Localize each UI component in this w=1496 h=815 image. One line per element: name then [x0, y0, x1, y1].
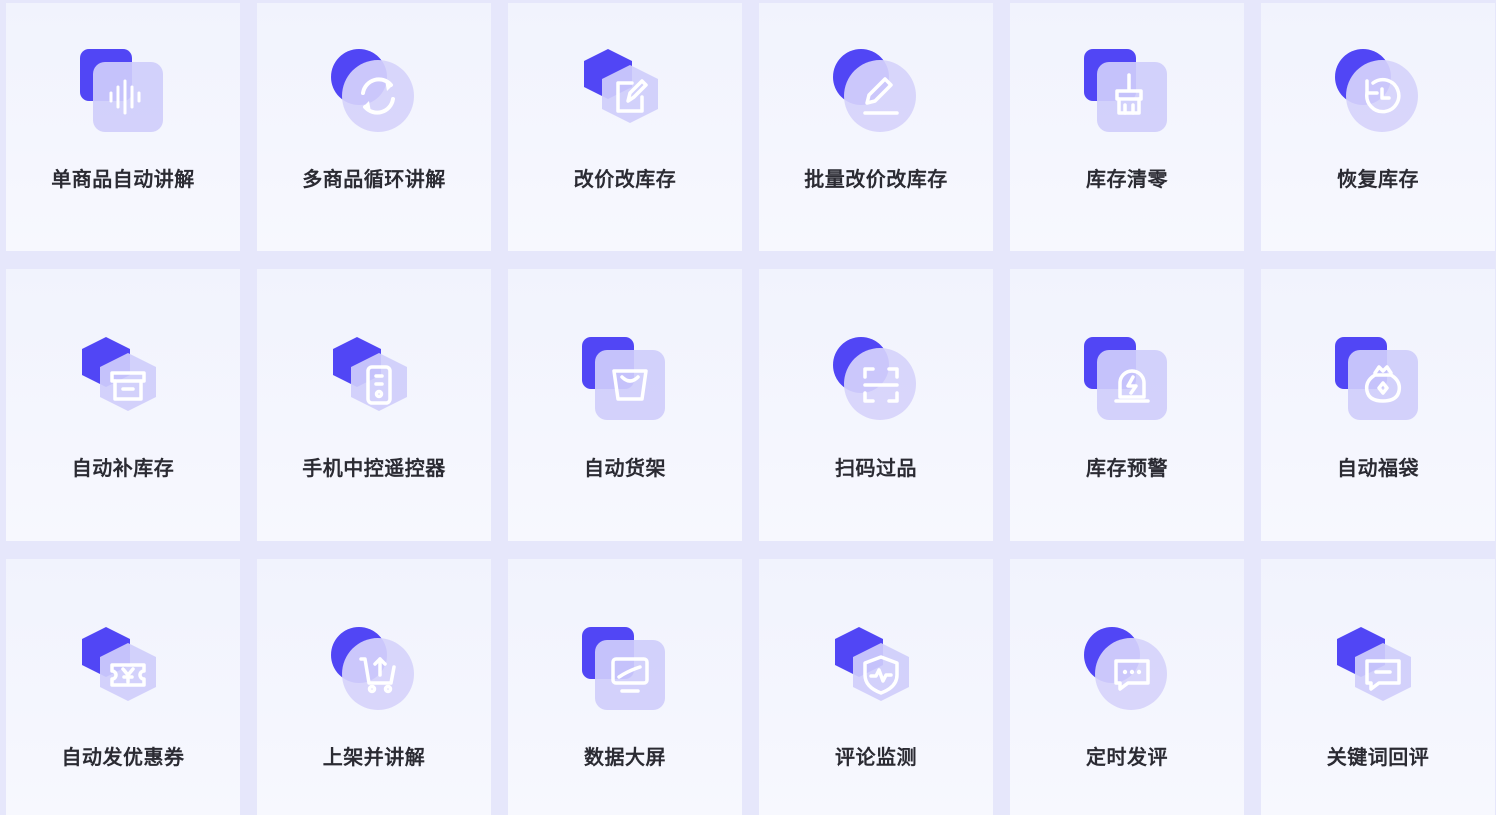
tool-label: 扫码过品 [835, 458, 917, 480]
tool-label: 自动补库存 [71, 458, 175, 480]
tool-card-multi-explain[interactable]: 多商品循环讲解 [257, 3, 491, 251]
tool-label: 自动发优惠券 [61, 747, 185, 769]
tool-card-auto-restock[interactable]: 自动补库存 [6, 269, 240, 541]
tool-card-keyword-reply[interactable]: 关键词回评 [1261, 559, 1495, 815]
tool-grid: 单商品自动讲解 多商品循环讲解 改价改库存 批量改价改库存 库存清零 恢复库存 … [0, 0, 1496, 815]
tool-label: 多商品循环讲解 [302, 169, 446, 191]
tool-label: 批量改价改库存 [804, 169, 948, 191]
broom-icon [1082, 47, 1172, 137]
pen-icon [831, 47, 921, 137]
tool-card-comment-monitor[interactable]: 评论监测 [759, 559, 993, 815]
chat-reply-icon [1333, 625, 1423, 715]
restore-icon [1333, 47, 1423, 137]
tool-label: 评论监测 [835, 747, 917, 769]
monitor-chart-icon [580, 625, 670, 715]
remote-control-icon [329, 335, 419, 425]
coupon-icon [78, 625, 168, 715]
tool-card-data-screen[interactable]: 数据大屏 [508, 559, 742, 815]
refresh-icon [329, 47, 419, 137]
tool-label: 自动货架 [584, 458, 666, 480]
edit-icon [580, 47, 670, 137]
tool-card-stock-alert[interactable]: 库存预警 [1010, 269, 1244, 541]
scan-icon [831, 335, 921, 425]
shield-pulse-icon [831, 625, 921, 715]
tool-card-scheduled-comment[interactable]: 定时发评 [1010, 559, 1244, 815]
tool-card-auto-shelf[interactable]: 自动货架 [508, 269, 742, 541]
lucky-bag-icon [1333, 335, 1423, 425]
tool-label: 上架并讲解 [322, 747, 426, 769]
tool-label: 自动福袋 [1337, 458, 1419, 480]
tool-card-scan-item[interactable]: 扫码过品 [759, 269, 993, 541]
tool-label: 数据大屏 [584, 747, 666, 769]
tool-label: 恢复库存 [1337, 169, 1419, 191]
tool-card-remote-control[interactable]: 手机中控遥控器 [257, 269, 491, 541]
tool-card-change-price[interactable]: 改价改库存 [508, 3, 742, 251]
audio-wave-icon [78, 47, 168, 137]
tool-label: 定时发评 [1086, 747, 1168, 769]
alarm-icon [1082, 335, 1172, 425]
tool-label: 改价改库存 [573, 169, 677, 191]
archive-box-icon [78, 335, 168, 425]
tool-card-list-and-explain[interactable]: 上架并讲解 [257, 559, 491, 815]
tool-label: 单商品自动讲解 [51, 169, 195, 191]
tool-card-restore-stock[interactable]: 恢复库存 [1261, 3, 1495, 251]
tool-card-single-explain[interactable]: 单商品自动讲解 [6, 3, 240, 251]
tool-card-batch-change-price[interactable]: 批量改价改库存 [759, 3, 993, 251]
tool-card-clear-stock[interactable]: 库存清零 [1010, 3, 1244, 251]
tool-label: 手机中控遥控器 [302, 458, 446, 480]
tool-label: 库存清零 [1086, 169, 1168, 191]
cart-upload-icon [329, 625, 419, 715]
tool-label: 库存预警 [1086, 458, 1168, 480]
tool-label: 关键词回评 [1326, 747, 1430, 769]
shopping-bag-icon [580, 335, 670, 425]
tool-card-auto-coupon[interactable]: 自动发优惠券 [6, 559, 240, 815]
chat-dots-icon [1082, 625, 1172, 715]
tool-card-lucky-bag[interactable]: 自动福袋 [1261, 269, 1495, 541]
